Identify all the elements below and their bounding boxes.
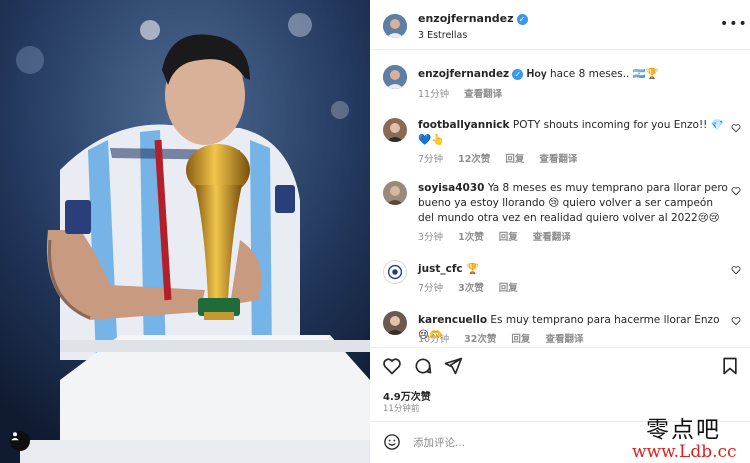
translate-link[interactable]: 查看翻译 — [533, 232, 571, 243]
reply-button[interactable]: 回复 — [511, 334, 530, 345]
avatar[interactable] — [383, 118, 407, 142]
comment-username[interactable]: footballyannick — [418, 119, 510, 131]
caption-time[interactable]: 11分钟 — [418, 89, 449, 100]
comment-time[interactable]: 10分钟 — [418, 334, 449, 345]
comment-likes[interactable]: 12次赞 — [458, 154, 490, 165]
more-horizontal-icon[interactable]: ••• — [720, 16, 748, 32]
avatar[interactable] — [383, 181, 407, 205]
photo-illustration — [0, 0, 370, 463]
likes-count[interactable]: 4.9万次赞 — [383, 388, 431, 403]
avatar[interactable] — [383, 311, 407, 335]
user-tag-icon[interactable] — [10, 431, 30, 451]
share-icon[interactable] — [443, 356, 463, 376]
watermark-url: www.Ldb.cc — [632, 442, 737, 462]
comment-icon[interactable] — [413, 356, 433, 376]
avatar[interactable] — [383, 65, 407, 89]
post-panel: enzojfernandez ✓ 3 Estrellas ••• enzojfer… — [370, 0, 750, 463]
post-time: 11分钟前 — [383, 404, 420, 414]
watermark-chinese: 零点吧 — [646, 417, 721, 443]
heart-icon[interactable] — [731, 316, 741, 326]
avatar[interactable] — [383, 14, 407, 38]
translate-link[interactable]: 查看翻译 — [464, 89, 502, 100]
translate-link[interactable]: 查看翻译 — [539, 154, 577, 165]
comment-time[interactable]: 3分钟 — [418, 232, 443, 243]
reply-button[interactable]: 回复 — [499, 232, 518, 243]
reply-button[interactable]: 回复 — [505, 154, 524, 165]
verified-badge-icon: ✓ — [512, 68, 524, 80]
bookmark-icon[interactable] — [720, 356, 740, 376]
comment-text: 🏆 — [465, 263, 480, 275]
emoji-icon[interactable] — [383, 433, 401, 451]
watermark: 零点吧 www.Ldb.cc — [632, 410, 750, 463]
comment-time[interactable]: 7分钟 — [418, 154, 443, 165]
avatar[interactable] — [383, 260, 407, 284]
heart-icon[interactable] — [382, 356, 402, 376]
comment-likes[interactable]: 1次赞 — [458, 232, 484, 243]
post-location[interactable]: 3 Estrellas — [418, 30, 467, 41]
heart-icon[interactable] — [731, 265, 741, 275]
post-username[interactable]: enzojfernandez — [418, 12, 514, 25]
comment-input[interactable]: 添加评论... — [413, 435, 465, 450]
caption-text: 𝐇𝐨𝐲 hace 8 meses.. 🇦🇷🏆 — [526, 68, 659, 80]
translate-link[interactable]: 查看翻译 — [545, 334, 583, 345]
verified-badge-icon: ✓ — [516, 13, 528, 25]
comment-likes[interactable]: 32次赞 — [464, 334, 496, 345]
comment-username[interactable]: soyisa4030 — [418, 182, 484, 194]
comment-time[interactable]: 7分钟 — [418, 283, 443, 294]
heart-icon[interactable] — [731, 186, 741, 196]
post-photo[interactable] — [0, 0, 370, 463]
action-bar — [370, 347, 750, 383]
comment-likes[interactable]: 3次赞 — [458, 283, 484, 294]
comment-username[interactable]: karencuello — [418, 314, 487, 326]
heart-icon[interactable] — [731, 123, 741, 133]
caption-username[interactable]: enzojfernandez — [418, 68, 509, 80]
post-header: enzojfernandez ✓ 3 Estrellas ••• — [370, 0, 750, 50]
comment-username[interactable]: just_cfc — [418, 263, 463, 275]
reply-button[interactable]: 回复 — [499, 283, 518, 294]
